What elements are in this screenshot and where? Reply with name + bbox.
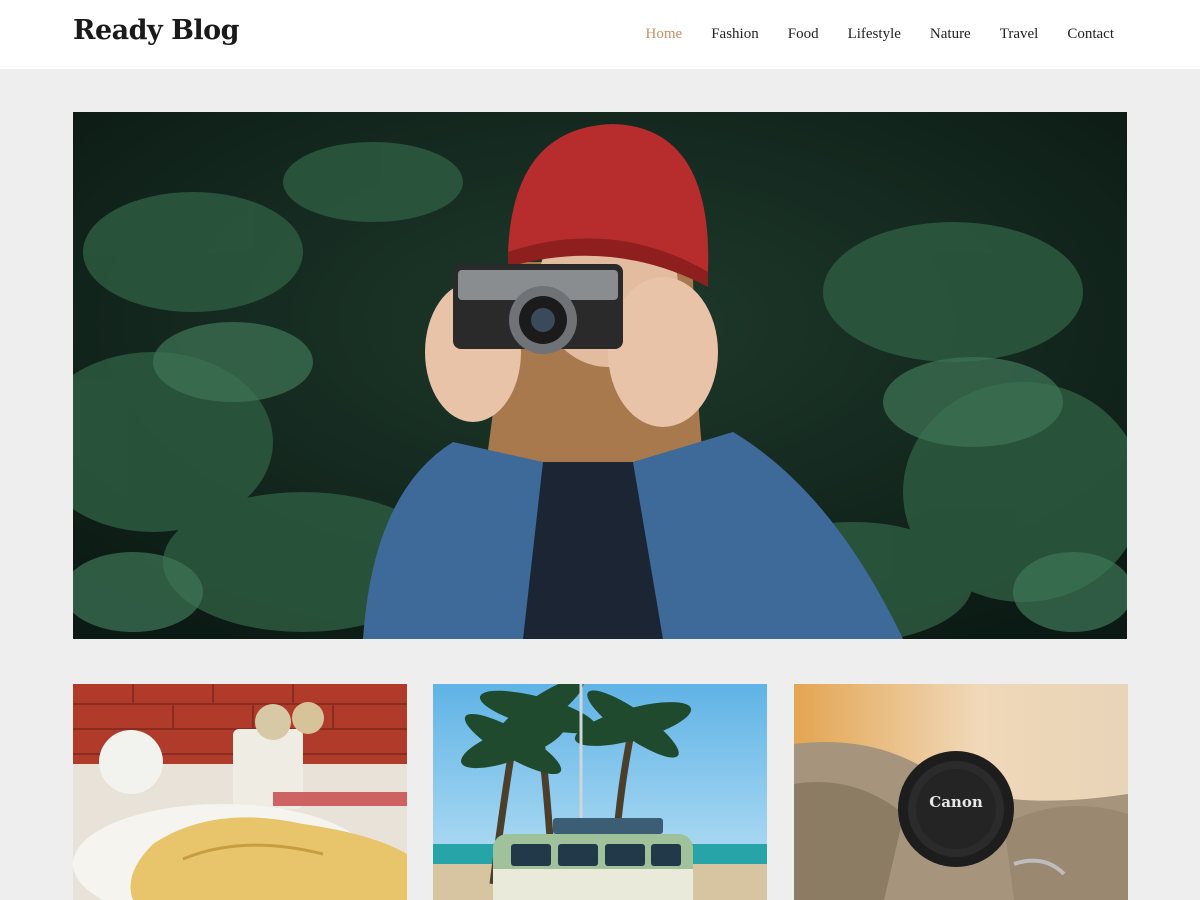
nav-contact[interactable]: Contact bbox=[1067, 24, 1114, 44]
beach-van-palm-trees-photo bbox=[433, 684, 767, 900]
nav-nature[interactable]: Nature bbox=[930, 24, 971, 44]
nav-lifestyle[interactable]: Lifestyle bbox=[848, 24, 901, 44]
site-header: Ready Blog Home Fashion Food Lifestyle N… bbox=[0, 0, 1200, 69]
site-title[interactable]: Ready Blog bbox=[73, 15, 240, 46]
pancakes-breakfast-photo bbox=[73, 684, 407, 900]
nav-fashion[interactable]: Fashion bbox=[711, 24, 759, 44]
post-card-food[interactable] bbox=[73, 684, 407, 900]
nav-travel[interactable]: Travel bbox=[1000, 24, 1039, 44]
woman-with-camera-photo bbox=[73, 112, 1127, 639]
nav-home[interactable]: Home bbox=[646, 24, 683, 44]
camera-lens-cap-photo: Canon bbox=[794, 684, 1128, 900]
post-card-lifestyle[interactable]: Canon bbox=[794, 684, 1128, 900]
post-card-travel[interactable] bbox=[433, 684, 767, 900]
main-nav: Home Fashion Food Lifestyle Nature Trave… bbox=[617, 24, 1114, 44]
nav-food[interactable]: Food bbox=[788, 24, 819, 44]
camera-brand-text: Canon bbox=[929, 793, 983, 811]
hero-featured-image[interactable] bbox=[73, 112, 1127, 639]
